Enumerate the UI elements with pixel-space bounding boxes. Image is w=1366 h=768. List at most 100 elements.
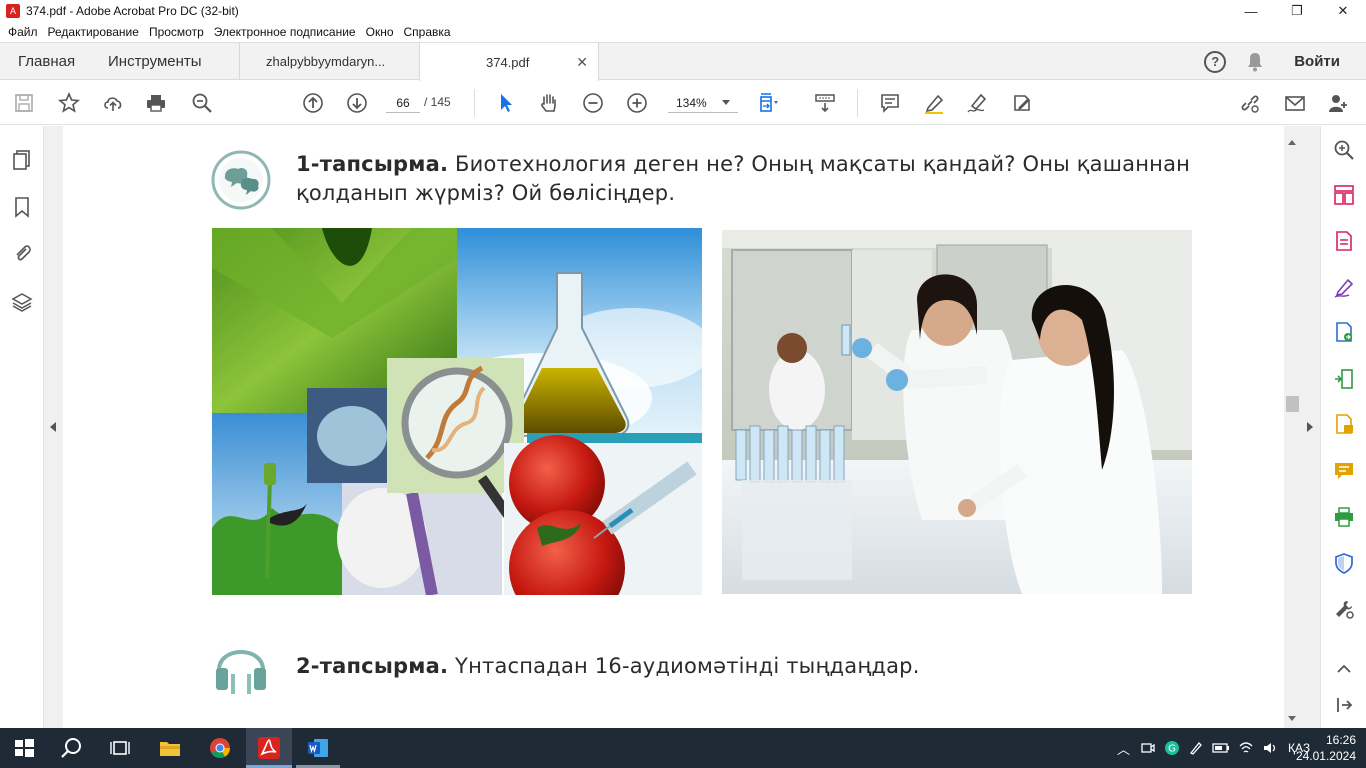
zoom-in-icon[interactable] — [625, 91, 649, 115]
attachment-icon[interactable] — [11, 242, 33, 264]
menu-help[interactable]: Справка — [404, 25, 451, 39]
collapse-up-icon[interactable] — [1333, 658, 1355, 680]
tab-document-374[interactable]: 374.pdf ✕ — [419, 43, 599, 81]
chrome-icon[interactable] — [208, 736, 232, 760]
minimize-button[interactable]: — — [1228, 0, 1274, 22]
tab-tools[interactable]: Инструменты — [108, 43, 202, 80]
combine-files-icon[interactable] — [1333, 413, 1355, 435]
tray-overflow-chevron-icon[interactable]: ︿ — [1117, 739, 1130, 758]
zoom-search-icon[interactable] — [190, 91, 214, 115]
bell-icon[interactable] — [1246, 52, 1264, 72]
select-cursor-icon[interactable] — [494, 91, 518, 115]
system-tray: ︿ G ҚАЗ — [1117, 728, 1310, 768]
task-1-label: 1-тапсырма. — [296, 152, 449, 176]
zoom-level-value: 134% — [676, 96, 707, 110]
sign-in-button[interactable]: Войти — [1294, 53, 1340, 70]
close-tab-icon[interactable]: ✕ — [576, 54, 588, 71]
bookmarks-icon[interactable] — [11, 196, 33, 218]
page-thumbnails-icon[interactable] — [11, 149, 33, 171]
print-production-icon[interactable] — [1333, 506, 1355, 528]
expand-pane-icon[interactable] — [1333, 694, 1355, 716]
task-1-text: 1-тапсырма. Биотехнология деген не? Оның… — [296, 150, 1256, 208]
help-icon[interactable]: ? — [1204, 50, 1227, 73]
file-explorer-icon[interactable] — [158, 736, 182, 760]
task-1-question-line2: қолданып жүрміз? Ой бөлісіңдер. — [296, 181, 676, 205]
export-pdf-icon[interactable] — [1333, 230, 1355, 252]
left-pane-toggle[interactable] — [44, 126, 63, 728]
headphones-icon — [216, 650, 266, 694]
tab-document-zhalpy-label: zhalpybbyymdaryn... — [266, 54, 386, 69]
task-view-icon[interactable] — [108, 736, 132, 760]
bookmark-star-icon[interactable] — [57, 91, 81, 115]
laboratory-photo — [722, 230, 1192, 594]
windows-start-icon[interactable] — [12, 736, 36, 760]
chevron-right-icon — [1307, 422, 1313, 432]
maximize-button[interactable]: ❐ — [1274, 0, 1320, 22]
search-icon[interactable] — [60, 736, 84, 760]
windows-taskbar: ︿ G ҚАЗ 16:26 24.01.2024 — [0, 728, 1366, 768]
comment-icon[interactable] — [878, 91, 902, 115]
edit-pdf-icon[interactable] — [1333, 368, 1355, 390]
highlight-pen-icon[interactable] — [922, 91, 946, 115]
share-link-icon[interactable] — [1238, 91, 1262, 115]
organize-pages-icon[interactable] — [1333, 184, 1355, 206]
task-2-label: 2-тапсырма. — [296, 654, 449, 678]
add-user-icon[interactable] — [1326, 91, 1350, 115]
more-tools-icon[interactable] — [1333, 598, 1355, 620]
menu-window[interactable]: Окно — [366, 25, 394, 39]
sign-pen-icon[interactable] — [965, 91, 989, 115]
scrolling-mode-icon[interactable] — [813, 91, 837, 115]
search-zoom-icon[interactable] — [1333, 139, 1355, 161]
comment-tool-icon[interactable] — [1333, 460, 1355, 482]
scrollbar-thumb[interactable] — [1286, 396, 1299, 412]
print-icon[interactable] — [144, 91, 168, 115]
zoom-out-icon[interactable] — [581, 91, 605, 115]
next-page-icon[interactable] — [345, 91, 369, 115]
meet-now-icon[interactable] — [1140, 740, 1156, 756]
volume-icon[interactable] — [1262, 740, 1278, 756]
taskbar-clock[interactable]: 16:26 24.01.2024 — [1296, 732, 1356, 764]
previous-page-icon[interactable] — [301, 91, 325, 115]
document-view[interactable]: 1-тапсырма. Биотехнология деген не? Оның… — [63, 126, 1284, 728]
layers-icon[interactable] — [11, 291, 33, 313]
vertical-scrollbar[interactable] — [1284, 126, 1301, 728]
right-pane-toggle[interactable] — [1301, 126, 1320, 728]
menu-file[interactable]: Файл — [8, 25, 38, 39]
title-bar: A 374.pdf - Adobe Acrobat Pro DC (32-bit… — [0, 0, 1366, 22]
tab-document-zhalpy[interactable]: zhalpybbyymdaryn... — [239, 43, 419, 80]
menu-view[interactable]: Просмотр — [149, 25, 204, 39]
word-icon[interactable] — [306, 736, 330, 760]
protect-shield-icon[interactable] — [1333, 552, 1355, 574]
scroll-up-arrow-icon[interactable] — [1288, 140, 1296, 145]
hand-tool-icon[interactable] — [537, 91, 561, 115]
fit-page-icon[interactable] — [757, 91, 781, 115]
scroll-down-arrow-icon[interactable] — [1288, 716, 1296, 721]
pen-workspace-icon[interactable] — [1188, 740, 1204, 756]
email-icon[interactable] — [1283, 91, 1307, 115]
grammarly-icon[interactable]: G — [1164, 740, 1180, 756]
fill-sign-tool-icon[interactable] — [1333, 276, 1355, 298]
main-toolbar: 66 / 145 134% — [0, 81, 1366, 125]
toolbar-divider — [474, 89, 475, 117]
fill-sign-icon[interactable] — [1010, 91, 1034, 115]
zoom-level-dropdown[interactable]: 134% — [668, 93, 738, 113]
right-tools-pane — [1320, 126, 1366, 728]
tab-row: Главная Инструменты zhalpybbyymdaryn... … — [0, 42, 1366, 81]
menu-edit[interactable]: Редактирование — [48, 25, 139, 39]
toolbar-divider — [857, 89, 858, 117]
close-window-button[interactable]: ✕ — [1320, 0, 1366, 22]
discussion-icon — [211, 150, 271, 210]
upload-cloud-icon[interactable] — [101, 91, 125, 115]
chevron-left-icon — [50, 422, 56, 432]
menu-e-sign[interactable]: Электронное подписание — [214, 25, 356, 39]
save-icon[interactable] — [12, 91, 36, 115]
page-number-input[interactable]: 66 — [386, 93, 420, 113]
wifi-icon[interactable] — [1238, 740, 1254, 756]
page-total: / 145 — [424, 95, 451, 109]
window-title: 374.pdf - Adobe Acrobat Pro DC (32-bit) — [26, 4, 239, 18]
create-pdf-icon[interactable] — [1333, 321, 1355, 343]
clock-time: 16:26 — [1325, 733, 1356, 747]
battery-icon[interactable] — [1212, 740, 1230, 756]
tab-home[interactable]: Главная — [18, 43, 75, 80]
svg-text:G: G — [1168, 744, 1176, 755]
